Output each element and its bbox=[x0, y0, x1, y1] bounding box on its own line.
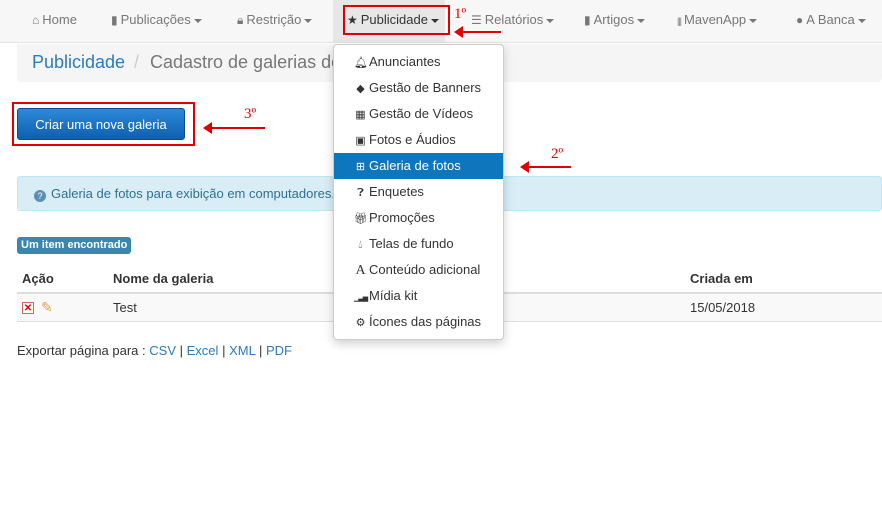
pencil-icon[interactable]: ✎ bbox=[41, 299, 53, 316]
export-csv-link[interactable]: CSV bbox=[149, 343, 176, 358]
tags-icon: ◆ bbox=[356, 83, 365, 95]
th-large-icon: ⊞ bbox=[355, 161, 366, 173]
export-label: Exportar página para : bbox=[17, 343, 146, 358]
font-icon: A bbox=[355, 263, 366, 278]
step1-arrow bbox=[454, 26, 501, 38]
menu-item-anunciantes[interactable]: 🔔︎Anunciantes bbox=[334, 49, 503, 75]
file-icon: ▮ bbox=[111, 13, 118, 27]
export-pdf-link[interactable]: PDF bbox=[266, 343, 292, 358]
created-date-cell: 15/05/2018 bbox=[690, 300, 756, 315]
result-count-badge: Um item encontrado bbox=[17, 237, 132, 254]
gallery-name-cell: Test bbox=[113, 300, 137, 315]
question-circle-icon: ❓︎ bbox=[357, 187, 364, 199]
menu-item-icones-paginas[interactable]: ⚙ Ícones das páginas bbox=[334, 309, 503, 335]
nav-label: A Banca bbox=[806, 12, 855, 27]
cog-icon: ⚙ bbox=[355, 317, 366, 329]
lock-icon: 🔒︎ bbox=[237, 13, 244, 27]
list-icon: ☰ bbox=[471, 13, 482, 27]
column-header-criada: Criada em bbox=[690, 271, 753, 286]
caret-down-icon bbox=[193, 18, 202, 23]
film-icon: ▦ bbox=[355, 109, 366, 121]
caret-down-icon bbox=[749, 18, 758, 23]
nav-item-home[interactable]: ⌂ Home bbox=[32, 0, 77, 42]
export-separator: | bbox=[222, 343, 226, 358]
publicidade-dropdown-menu: 🔔︎Anunciantes ◆ Gestão de Banners ▦ Gestão… bbox=[333, 44, 504, 340]
menu-item-label: Fotos e Áudios bbox=[369, 132, 456, 147]
nav-label: Restrição bbox=[246, 12, 302, 27]
column-header-acao: Ação bbox=[22, 271, 54, 286]
menu-item-label: Ícones das páginas bbox=[369, 314, 482, 329]
menu-item-midia-kit[interactable]: ▁▃▅ Mídia kit bbox=[334, 283, 503, 309]
export-separator: | bbox=[179, 343, 184, 358]
menu-item-label: Telas de fundo bbox=[369, 236, 454, 251]
menu-item-telas-fundo[interactable]: 💧︎ Telas de fundo bbox=[334, 231, 503, 257]
menu-item-gestao-videos[interactable]: ▦ Gestão de Vídeos bbox=[334, 101, 503, 127]
nav-item-relatorios[interactable]: ☰ Relatórios bbox=[471, 0, 555, 42]
menu-item-label: Gestão de Banners bbox=[369, 80, 482, 95]
caret-down-icon bbox=[637, 18, 646, 23]
caret-down-icon bbox=[304, 18, 313, 23]
bookmark-icon: ▮ bbox=[584, 13, 591, 27]
step3-label: 3º bbox=[244, 106, 257, 122]
tint-icon: 💧︎ bbox=[358, 239, 363, 251]
nav-label: Relatórios bbox=[484, 12, 544, 27]
menu-item-label: Galeria de fotos bbox=[369, 158, 461, 173]
nav-item-a-banca[interactable]: ● A Banca bbox=[796, 0, 866, 42]
export-excel-link[interactable]: Excel bbox=[187, 343, 219, 358]
caret-down-icon bbox=[857, 18, 866, 23]
menu-item-label: Conteúdo adicional bbox=[369, 262, 481, 277]
nav-item-mavenapp[interactable]: ||| MavenApp bbox=[677, 0, 758, 42]
globe-icon: ● bbox=[796, 13, 804, 27]
alert-text: Galeria de fotos para exibição em comput… bbox=[51, 186, 335, 201]
menu-item-promocoes[interactable]: 🎁︎Promoções bbox=[334, 205, 503, 231]
nav-item-restricao[interactable]: 🔒︎ Restrição bbox=[237, 0, 313, 42]
step2-arrow bbox=[520, 161, 571, 173]
menu-item-label: Gestão de Vídeos bbox=[369, 106, 474, 121]
create-gallery-button[interactable]: Criar uma nova galeria bbox=[17, 108, 185, 140]
menu-item-label: Enquetes bbox=[369, 184, 424, 199]
delete-icon[interactable]: ✕ bbox=[22, 302, 34, 314]
nav-label: Publicações bbox=[120, 12, 191, 27]
menu-item-fotos-audios[interactable]: ▣ Fotos e Áudios bbox=[334, 127, 503, 153]
barcode-icon: ||| bbox=[677, 16, 682, 26]
bell-icon: 🔔︎ bbox=[354, 57, 368, 69]
picture-icon: ▣ bbox=[355, 135, 366, 147]
nav-item-publicacoes[interactable]: ▮ Publicações bbox=[111, 0, 202, 42]
nav-label: Home bbox=[42, 12, 77, 27]
export-links: Exportar página para : CSV | Excel | XML… bbox=[17, 343, 292, 358]
home-icon: ⌂ bbox=[32, 13, 40, 27]
menu-item-gestao-banners[interactable]: ◆ Gestão de Banners bbox=[334, 75, 503, 101]
column-header-nome: Nome da galeria bbox=[113, 271, 214, 286]
export-xml-link[interactable]: XML bbox=[229, 343, 255, 358]
step3-arrow bbox=[203, 122, 265, 134]
breadcrumb-link-publicidade[interactable]: Publicidade bbox=[32, 52, 125, 73]
nav-label: MavenApp bbox=[684, 12, 747, 27]
menu-item-enquetes[interactable]: ❓︎ Enquetes bbox=[334, 179, 503, 205]
gift-icon: 🎁︎ bbox=[354, 213, 368, 225]
step1-label: 1º bbox=[454, 6, 467, 22]
nav-label: Artigos bbox=[593, 12, 635, 27]
caret-down-icon bbox=[546, 18, 555, 23]
menu-item-label: Anunciantes bbox=[369, 54, 441, 69]
export-separator: | bbox=[258, 343, 263, 358]
menu-item-conteudo-adicional[interactable]: A Conteúdo adicional bbox=[334, 257, 503, 283]
menu-item-label: Promoções bbox=[369, 210, 435, 225]
question-circle-icon: ? bbox=[34, 190, 46, 202]
menu-item-galeria-fotos[interactable]: ⊞ Galeria de fotos bbox=[334, 153, 503, 179]
menu-item-label: Mídia kit bbox=[369, 288, 418, 303]
breadcrumb-separator: / bbox=[134, 52, 140, 72]
step2-label: 2º bbox=[551, 146, 564, 162]
nav-item-artigos[interactable]: ▮ Artigos bbox=[584, 0, 646, 42]
step1-highlight-box bbox=[343, 5, 450, 35]
